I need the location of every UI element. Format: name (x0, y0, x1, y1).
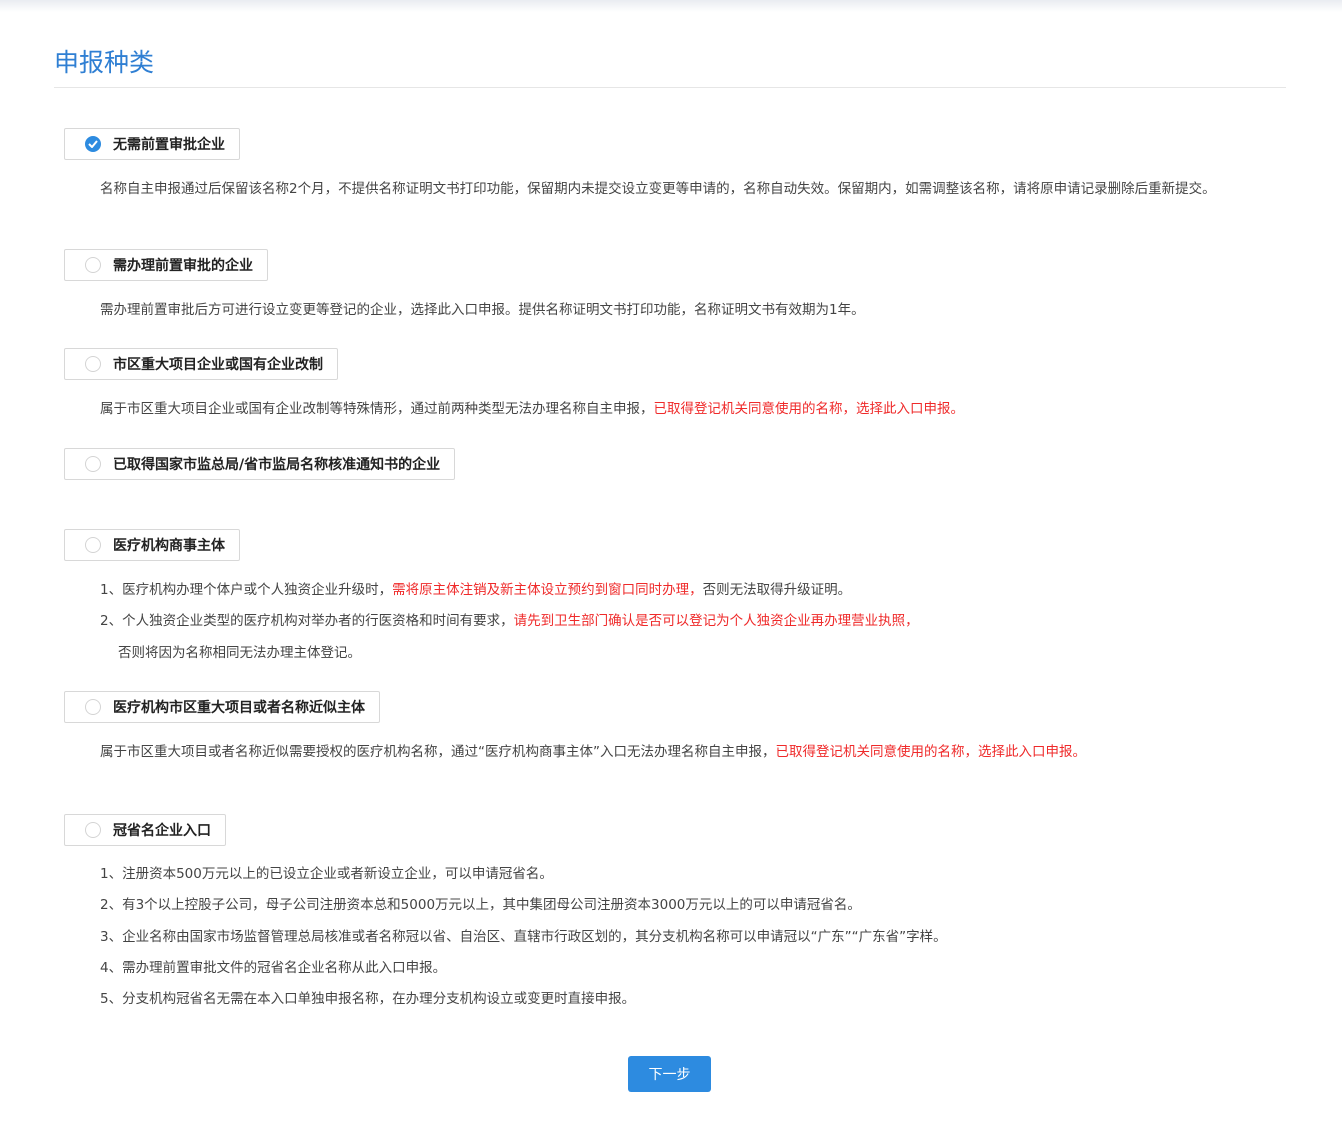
warning-text: 请先到卫生部门确认是否可以登记为个人独资企业再办理营业执照， (513, 613, 919, 629)
radio-checked-icon[interactable] (85, 136, 101, 152)
option-label: 市区重大项目企业或国有企业改制 (113, 357, 323, 373)
warning-text: 已取得登记机关同意使用的名称，选择此入口申报。 (653, 401, 965, 417)
description-text: 属于市区重大项目或者名称近似需要授权的医疗机构名称，通过“医疗机构商事主体”入口… (100, 744, 776, 760)
note-text: 1、医疗机构办理个体户或个人独资企业升级时， (100, 582, 393, 598)
option-medical-entity[interactable]: 医疗机构商事主体 (64, 529, 240, 561)
next-step-button[interactable]: 下一步 (628, 1056, 711, 1092)
option-label: 医疗机构商事主体 (113, 538, 225, 554)
radio-unchecked-icon[interactable] (85, 537, 101, 553)
option-description: 名称自主申报通过后保留该名称2个月，不提供名称证明文书打印功能，保留期内未提交设… (100, 181, 1216, 197)
warning-text: 已取得登记机关同意使用的名称，选择此入口申报。 (775, 744, 1087, 760)
note-text: 否则无法取得升级证明。 (702, 582, 852, 598)
top-strip (0, 0, 1342, 12)
option-pre-approval-required[interactable]: 需办理前置审批的企业 (64, 249, 268, 281)
note-line: 2、有3个以上控股子公司，母子公司注册资本总和5000万元以上，其中集团母公司注… (100, 897, 861, 913)
option-label: 冠省名企业入口 (113, 823, 211, 839)
option-description: 需办理前置审批后方可进行设立变更等登记的企业，选择此入口申报。提供名称证明文书打… (100, 302, 865, 318)
option-province-name-entry[interactable]: 冠省名企业入口 (64, 814, 226, 846)
title-divider (54, 87, 1286, 88)
radio-unchecked-icon[interactable] (85, 356, 101, 372)
option-description: 属于市区重大项目或者名称近似需要授权的医疗机构名称，通过“医疗机构商事主体”入口… (100, 743, 1272, 762)
radio-unchecked-icon[interactable] (85, 822, 101, 838)
note-line: 1、注册资本500万元以上的已设立企业或者新设立企业，可以申请冠省名。 (100, 866, 553, 882)
option-label: 无需前置审批企业 (113, 137, 225, 153)
option-label: 已取得国家市监总局/省市监局名称核准通知书的企业 (113, 457, 441, 473)
note-text: 2、个人独资企业类型的医疗机构对举办者的行医资格和时间有要求， (100, 613, 514, 629)
radio-unchecked-icon[interactable] (85, 456, 101, 472)
note-line: 1、医疗机构办理个体户或个人独资企业升级时，需将原主体注销及新主体设立预约到窗口… (100, 581, 851, 600)
option-major-project-soe[interactable]: 市区重大项目企业或国有企业改制 (64, 348, 338, 380)
note-line: 3、企业名称由国家市场监督管理总局核准或者名称冠以省、自治区、直辖市行政区划的，… (100, 929, 947, 945)
option-no-pre-approval[interactable]: 无需前置审批企业 (64, 128, 240, 160)
note-line: 2、个人独资企业类型的医疗机构对举办者的行医资格和时间有要求，请先到卫生部门确认… (100, 612, 919, 631)
note-line: 4、需办理前置审批文件的冠省名企业名称从此入口申报。 (100, 960, 447, 976)
option-label: 医疗机构市区重大项目或者名称近似主体 (113, 700, 365, 716)
note-line: 5、分支机构冠省名无需在本入口单独申报名称，在办理分支机构设立或变更时直接申报。 (100, 991, 636, 1007)
warning-text: 需将原主体注销及新主体设立预约到窗口同时办理， (392, 582, 703, 598)
option-name-approval-notice[interactable]: 已取得国家市监总局/省市监局名称核准通知书的企业 (64, 448, 456, 480)
radio-unchecked-icon[interactable] (85, 699, 101, 715)
description-text: 属于市区重大项目企业或国有企业改制等特殊情形，通过前两种类型无法办理名称自主申报… (100, 401, 654, 417)
option-label: 需办理前置审批的企业 (113, 258, 253, 274)
radio-unchecked-icon[interactable] (85, 257, 101, 273)
option-medical-major-or-similar[interactable]: 医疗机构市区重大项目或者名称近似主体 (64, 691, 380, 723)
page-title: 申报种类 (54, 48, 155, 77)
note-line: 否则将因为名称相同无法办理主体登记。 (118, 645, 361, 661)
option-description: 属于市区重大项目企业或国有企业改制等特殊情形，通过前两种类型无法办理名称自主申报… (100, 400, 1272, 419)
